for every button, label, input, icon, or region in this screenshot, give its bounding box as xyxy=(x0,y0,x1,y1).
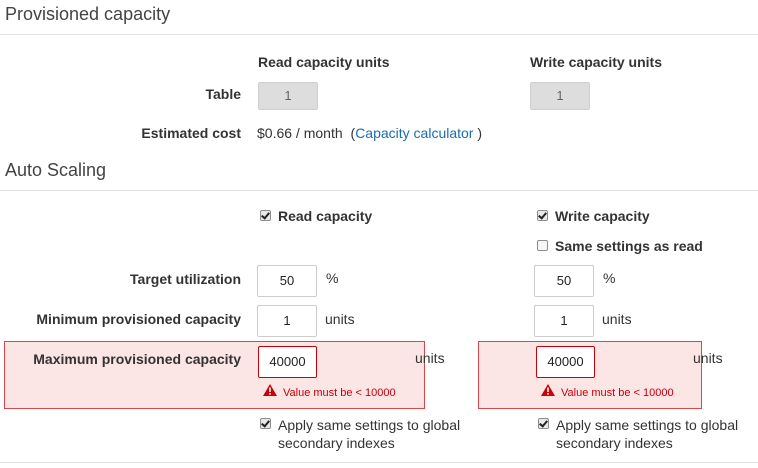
max-capacity-read-error-message: Value must be < 10000 xyxy=(283,387,396,399)
same-settings-checkbox[interactable] xyxy=(537,240,548,251)
target-utilization-label: Target utilization xyxy=(130,271,241,287)
capacity-calculator-link[interactable]: Capacity calculator xyxy=(355,125,473,141)
max-capacity-write-error-message: Value must be < 10000 xyxy=(561,387,674,399)
section-divider xyxy=(0,34,758,35)
maximum-capacity-label: Maximum provisioned capacity xyxy=(33,351,241,367)
apply-gsi-read-label-line1: Apply same settings to global xyxy=(278,417,461,433)
estimated-cost-label: Estimated cost xyxy=(141,125,241,141)
row-label-table: Table xyxy=(205,86,241,102)
estimated-cost-value: $0.66 / month xyxy=(257,125,343,141)
write-capacity-units-field: 1 xyxy=(530,82,590,110)
estimated-cost-row: $0.66 / month (Capacity calculator ) xyxy=(257,125,482,141)
apply-gsi-write-checkbox[interactable] xyxy=(538,418,549,429)
minimum-capacity-label: Minimum provisioned capacity xyxy=(36,311,241,327)
apply-gsi-read-label-line2: secondary indexes xyxy=(278,435,395,451)
target-utilization-read-input[interactable]: 50 xyxy=(257,265,317,297)
checkmark-icon xyxy=(261,210,270,220)
calc-close-paren: ) xyxy=(477,125,483,141)
checkmark-icon xyxy=(538,210,547,220)
same-settings-label[interactable]: Same settings as read xyxy=(555,238,703,254)
checkmark-icon xyxy=(539,418,548,428)
warning-icon xyxy=(263,384,277,396)
percent-unit: % xyxy=(326,270,339,286)
checkmark-icon xyxy=(261,418,270,428)
section-title-autoscaling: Auto Scaling xyxy=(5,160,107,180)
apply-gsi-write-label-line1: Apply same settings to global xyxy=(556,417,739,433)
maximum-capacity-write-input[interactable]: 40000 xyxy=(536,346,595,378)
apply-gsi-write-label[interactable]: Apply same settings to global secondary … xyxy=(556,416,738,452)
units-label: units xyxy=(325,311,355,327)
bottom-divider xyxy=(0,462,758,463)
section-divider xyxy=(0,190,758,191)
warning-icon xyxy=(541,384,555,396)
write-capacity-checkbox[interactable] xyxy=(537,210,548,221)
column-header-write: Write capacity units xyxy=(530,54,663,70)
units-label: units xyxy=(693,350,723,366)
maximum-capacity-read-input[interactable]: 40000 xyxy=(258,346,317,378)
apply-gsi-read-label[interactable]: Apply same settings to global secondary … xyxy=(278,416,460,452)
percent-unit: % xyxy=(603,270,616,286)
apply-gsi-write-label-line2: secondary indexes xyxy=(556,435,673,451)
write-capacity-label[interactable]: Write capacity xyxy=(555,208,650,224)
units-label: units xyxy=(415,350,445,366)
section-title-provisioned: Provisioned capacity xyxy=(5,4,171,24)
minimum-capacity-read-input[interactable]: 1 xyxy=(257,305,317,337)
column-header-read: Read capacity units xyxy=(258,54,390,70)
minimum-capacity-write-input[interactable]: 1 xyxy=(534,305,594,337)
read-capacity-label[interactable]: Read capacity xyxy=(278,208,372,224)
units-label: units xyxy=(602,311,632,327)
target-utilization-write-input[interactable]: 50 xyxy=(534,265,594,297)
read-capacity-checkbox[interactable] xyxy=(260,210,271,221)
apply-gsi-read-checkbox[interactable] xyxy=(260,418,271,429)
read-capacity-units-field: 1 xyxy=(258,82,318,110)
